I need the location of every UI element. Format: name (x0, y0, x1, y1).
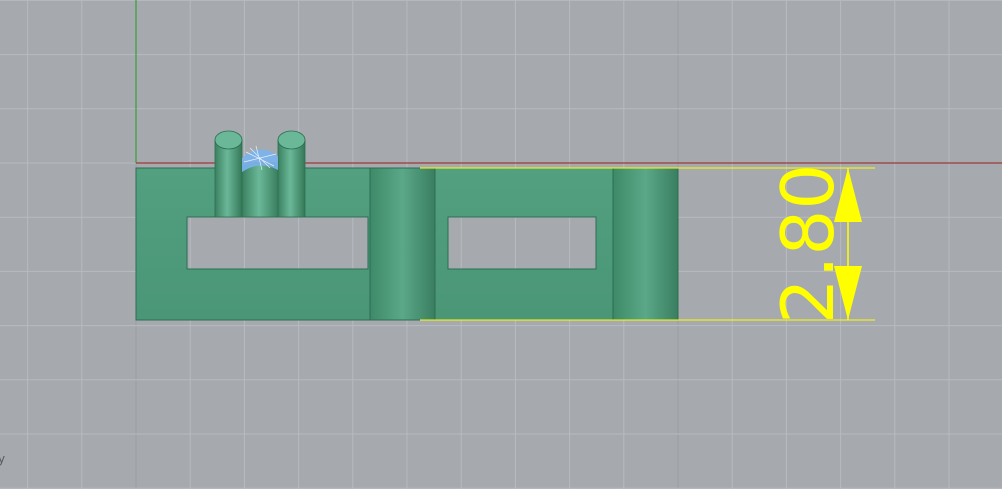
left-barrel[interactable] (369, 167, 436, 321)
viewport-canvas[interactable]: 2.80 (0, 0, 1002, 489)
pin-right[interactable] (277, 130, 306, 218)
rhino-viewport[interactable]: 2.80 y (0, 0, 1002, 489)
axis-indicator-label: y (0, 452, 6, 466)
pin-left[interactable] (214, 130, 243, 218)
dimension-value[interactable]: 2.80 (766, 164, 850, 324)
pin-center[interactable] (241, 164, 281, 218)
right-barrel[interactable] (612, 167, 679, 321)
